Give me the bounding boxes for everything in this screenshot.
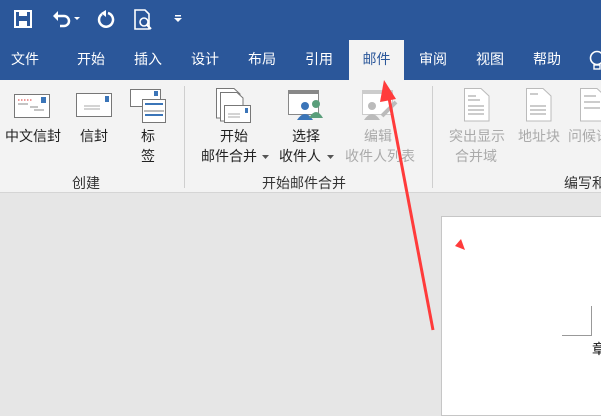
annotation-arrow: [0, 0, 601, 401]
annotation-marker-icon: [455, 239, 465, 250]
